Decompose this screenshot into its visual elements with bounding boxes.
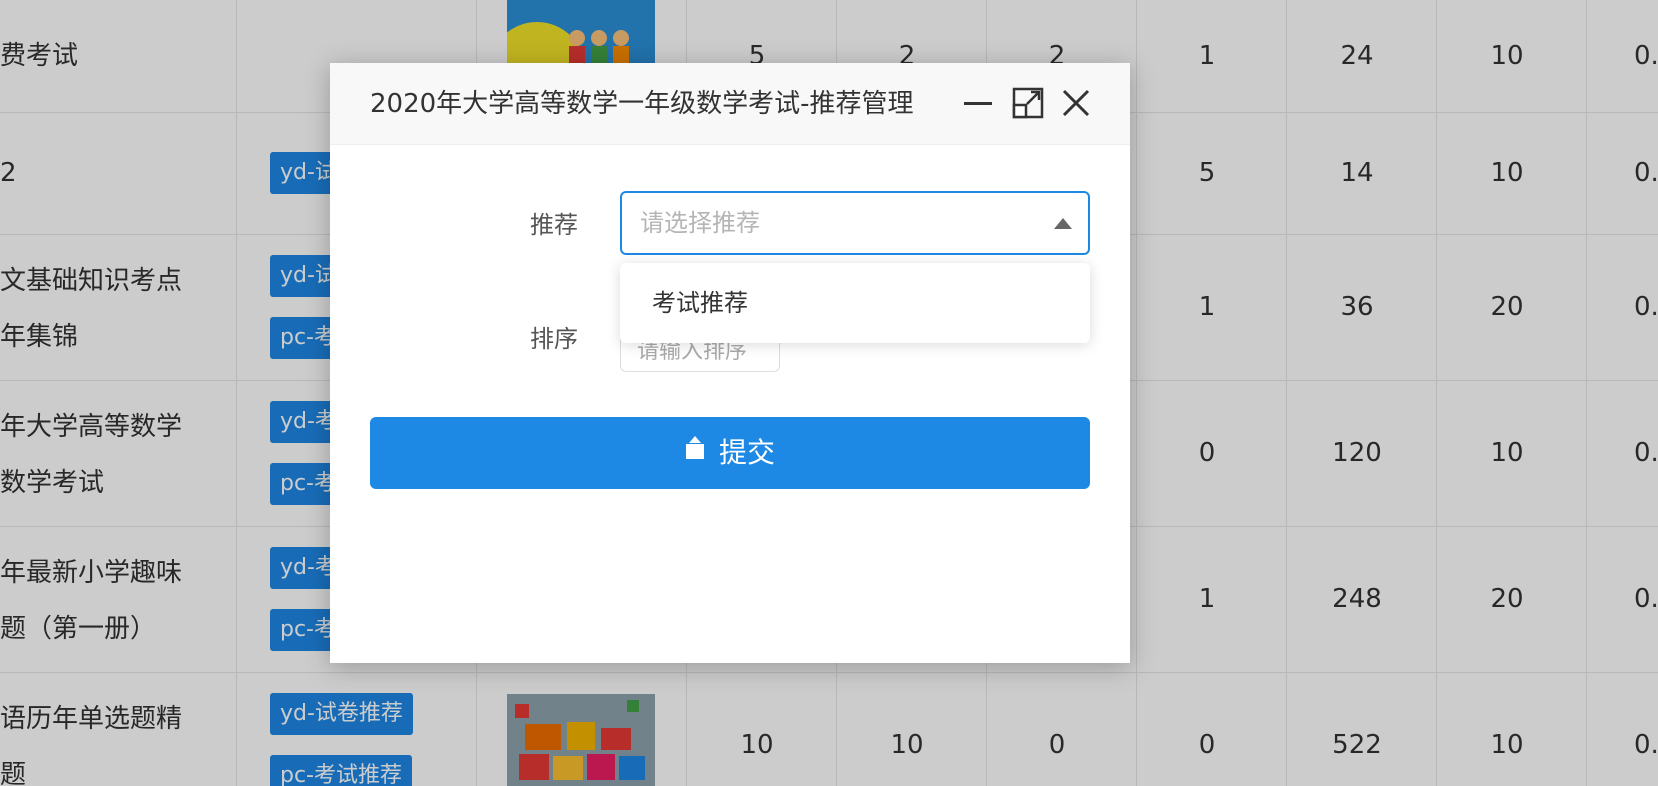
sort-label: 排序 [530, 325, 578, 353]
dialog-title: 2020年大学高等数学一年级数学考试-推荐管理 [370, 89, 914, 119]
upload-icon [685, 415, 705, 487]
maximize-icon[interactable] [1010, 85, 1046, 121]
dialog-header: 2020年大学高等数学一年级数学考试-推荐管理 [330, 63, 1130, 145]
minimize-icon[interactable] [960, 85, 996, 121]
recommend-label: 推荐 [530, 211, 578, 239]
submit-button[interactable]: 提交 [370, 417, 1090, 489]
caret-up-icon [1054, 218, 1072, 229]
recommend-select[interactable]: 请选择推荐 [620, 191, 1090, 255]
recommend-dialog: 2020年大学高等数学一年级数学考试-推荐管理 推荐 请选择推荐 排序 请输入排… [330, 63, 1130, 663]
recommend-dropdown: 考试推荐 [620, 263, 1090, 343]
submit-label: 提交 [718, 436, 775, 469]
close-icon[interactable] [1058, 85, 1094, 121]
recommend-placeholder: 请选择推荐 [640, 209, 760, 237]
dropdown-option-exam-recommend[interactable]: 考试推荐 [652, 263, 748, 343]
